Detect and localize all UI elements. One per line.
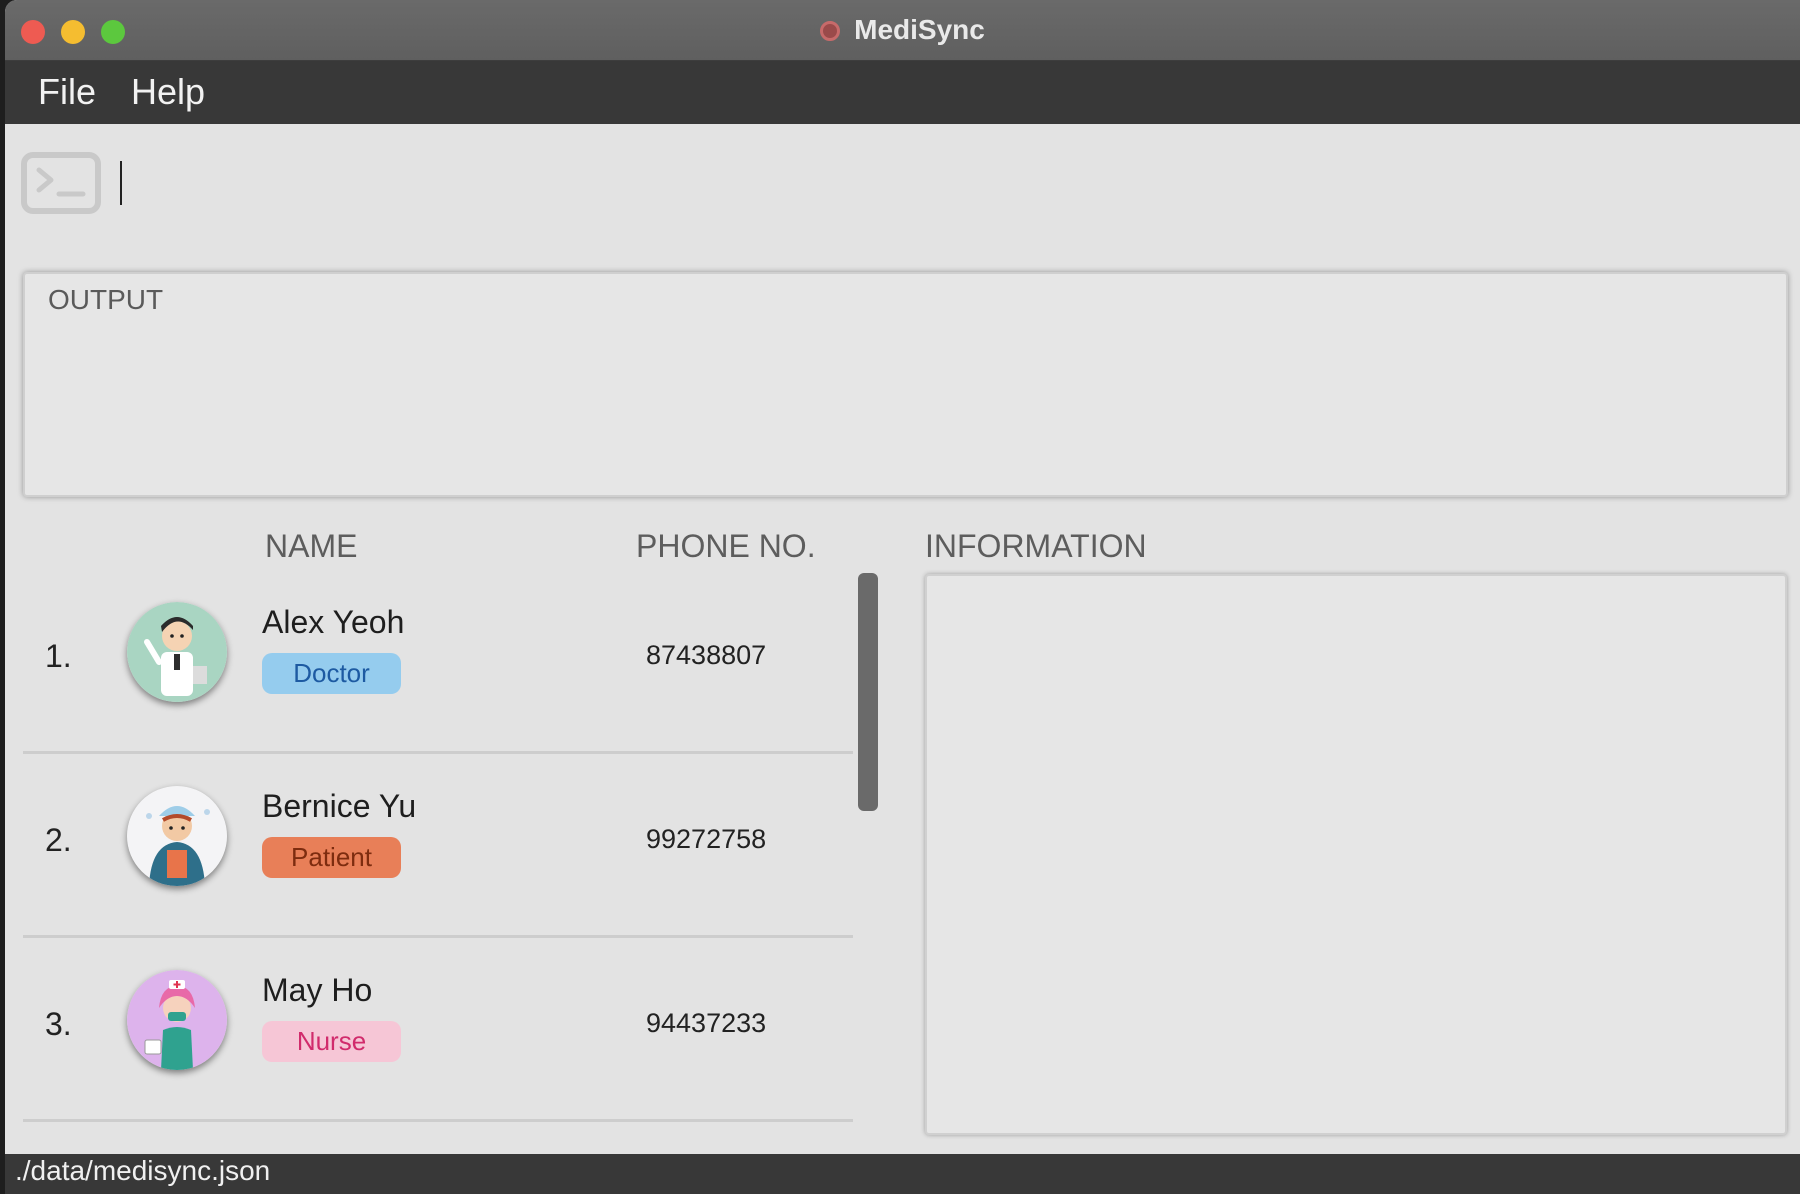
patient-avatar: [127, 786, 227, 886]
nurse-avatar: [127, 970, 227, 1070]
text-caret: [120, 161, 122, 205]
person-name: Alex Yeoh: [262, 604, 405, 640]
information-header: INFORMATION: [925, 528, 1147, 564]
list-item[interactable]: 2. Bernice Yu Patient 99272758: [23, 754, 853, 938]
doctor-avatar: [127, 602, 227, 702]
role-badge: Doctor: [262, 653, 401, 694]
list-index: 3.: [45, 1006, 72, 1042]
menu-bar: File Help: [5, 61, 1800, 124]
person-name: May Ho: [262, 972, 373, 1008]
role-badge: Nurse: [262, 1021, 401, 1062]
phone-number: 87438807: [646, 640, 767, 670]
person-name: Bernice Yu: [262, 788, 417, 824]
app-logo-icon: [820, 21, 841, 41]
window-title: MediSync: [854, 14, 985, 45]
status-bar: ./data/medisync.json: [5, 1154, 1800, 1194]
phone-number: 99272758: [646, 824, 767, 854]
list-item[interactable]: 1. Alex Yeoh Doctor 87438807: [23, 570, 853, 754]
person-list: 1. Alex Yeoh Doctor 87438807 2. Bernice …: [23, 570, 853, 1122]
output-panel: OUTPUT: [23, 272, 1788, 497]
menu-file[interactable]: File: [38, 71, 96, 113]
command-input[interactable]: [117, 152, 1781, 214]
data-file-path: ./data/medisync.json: [15, 1155, 271, 1186]
information-panel: [925, 574, 1787, 1135]
app-window: MediSync File Help OUTPUT NAME PHONE NO.…: [5, 0, 1800, 1194]
name-column-header: NAME: [265, 528, 358, 564]
output-label: OUTPUT: [48, 284, 164, 315]
menu-help[interactable]: Help: [131, 71, 205, 113]
list-index: 1.: [45, 638, 72, 674]
list-item[interactable]: 3. May Ho Nurse 94437233: [23, 938, 853, 1122]
terminal-icon: [21, 152, 101, 214]
list-scrollbar[interactable]: [858, 573, 878, 811]
row-divider: [23, 1119, 853, 1122]
phone-number: 94437233: [646, 1008, 767, 1038]
role-badge: Patient: [262, 837, 401, 878]
window-title-area: MediSync: [5, 14, 1800, 46]
title-bar: MediSync: [5, 0, 1800, 61]
list-index: 2.: [45, 822, 72, 858]
phone-column-header: PHONE NO.: [636, 528, 816, 564]
